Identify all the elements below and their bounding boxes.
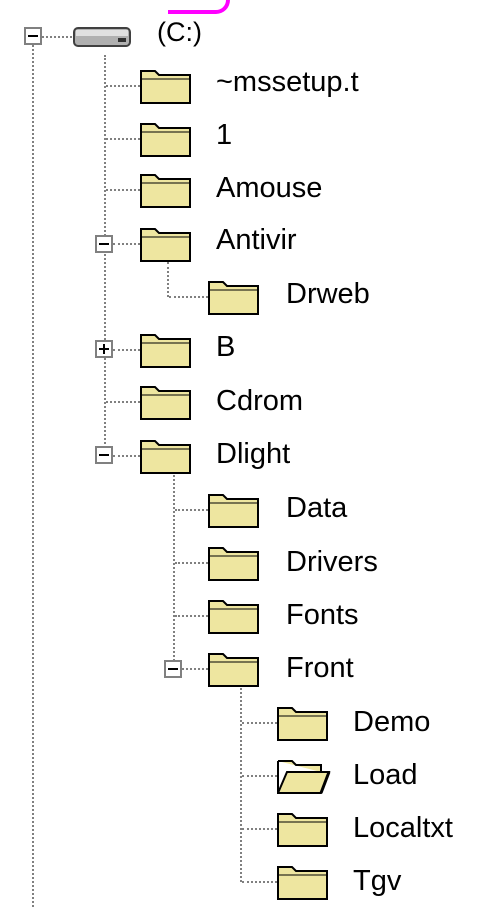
folder-icon [277, 707, 328, 741]
tree-connector [240, 688, 242, 882]
folder-icon [140, 123, 191, 157]
tree-connector [175, 562, 208, 564]
tree-connector [106, 401, 140, 403]
tree-connector [113, 243, 140, 245]
folder-item-mssetup[interactable]: ~mssetup.t [216, 64, 359, 100]
folder-icon [208, 653, 259, 687]
tree-connector [175, 509, 208, 511]
tree-connector [167, 262, 169, 297]
folder-icon [140, 228, 191, 262]
tree-connector [106, 189, 140, 191]
tree-connector [173, 475, 175, 665]
folder-item-load[interactable]: Load [353, 757, 418, 793]
folder-item-drweb[interactable]: Drweb [286, 276, 370, 312]
folder-item-amouse[interactable]: Amouse [216, 170, 322, 206]
open-folder-icon [277, 760, 331, 794]
folder-item-dlight[interactable]: Dlight [216, 436, 290, 472]
folder-item-cdrom[interactable]: Cdrom [216, 383, 303, 419]
folder-item-tgv[interactable]: Tgv [353, 863, 401, 899]
front-collapse-toggle[interactable] [164, 660, 182, 678]
folder-icon [208, 494, 259, 528]
folder-icon [277, 866, 328, 900]
tree-connector [182, 668, 208, 670]
antivir-collapse-toggle[interactable] [95, 235, 113, 253]
folder-item-b[interactable]: B [216, 329, 235, 365]
tree-connector [104, 55, 106, 460]
folder-item-front[interactable]: Front [286, 650, 354, 686]
drive-icon [73, 27, 131, 47]
folder-icon [140, 70, 191, 104]
tree-connector [106, 85, 140, 87]
tree-connector [169, 296, 208, 298]
folder-item-antivir[interactable]: Antivir [216, 222, 297, 258]
folder-icon [140, 440, 191, 474]
dlight-collapse-toggle[interactable] [95, 446, 113, 464]
drive-collapse-toggle[interactable] [24, 27, 42, 45]
tree-connector [242, 722, 277, 724]
folder-item-localtxt[interactable]: Localtxt [353, 810, 453, 846]
folder-icon [140, 174, 191, 208]
folder-icon [208, 281, 259, 315]
folder-icon [140, 386, 191, 420]
tree-connector [32, 45, 34, 907]
folder-icon [140, 334, 191, 368]
tree-connector [242, 881, 277, 883]
folder-item-1[interactable]: 1 [216, 117, 232, 153]
folder-item-fonts[interactable]: Fonts [286, 597, 359, 633]
b-expand-toggle[interactable] [95, 340, 113, 358]
folder-icon [208, 547, 259, 581]
folder-icon [208, 600, 259, 634]
tree-connector [242, 828, 277, 830]
folder-tree: (C:) ~mssetup.t 1 Amouse Antivir Drweb B [0, 0, 493, 907]
tree-connector [42, 36, 72, 38]
folder-item-drivers[interactable]: Drivers [286, 544, 378, 580]
drive-label[interactable]: (C:) [157, 14, 202, 50]
tree-connector [175, 615, 208, 617]
folder-icon [277, 813, 328, 847]
folder-item-demo[interactable]: Demo [353, 704, 430, 740]
tree-connector [106, 138, 140, 140]
tree-connector [113, 349, 140, 351]
tree-connector [242, 775, 277, 777]
folder-item-data[interactable]: Data [286, 490, 347, 526]
tree-connector [113, 455, 140, 457]
